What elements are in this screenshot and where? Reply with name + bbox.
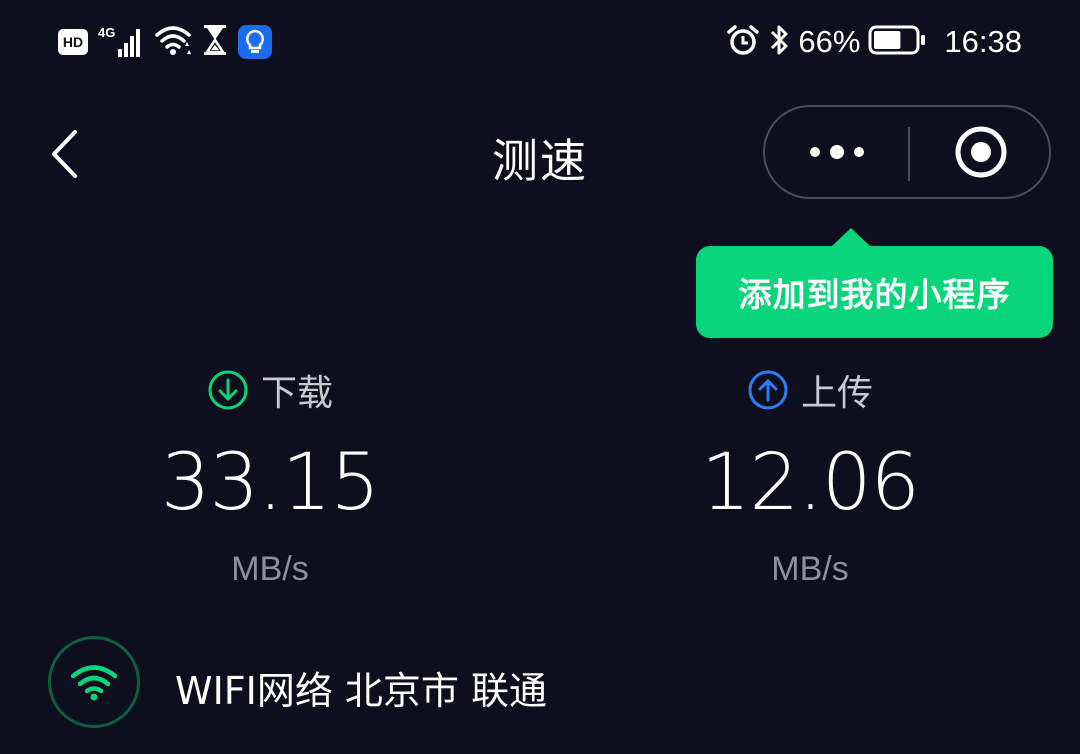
download-speed-value: 33.15 [160,438,380,528]
chevron-left-icon [52,130,77,178]
upload-panel: 上传 12.06 MB/s [610,362,1010,589]
target-close-icon [955,126,1006,178]
battery-percent: 66% [798,24,861,59]
clock: 16:38 [944,24,1022,59]
download-panel: 下载 33.15 MB/s [70,362,470,589]
upload-label: 上传 [800,373,873,414]
status-bar-left: HD 4G [58,22,282,62]
mini-program-capsule [763,105,1051,199]
download-speed-unit: MB/s [231,550,309,588]
signal-icon: 4G [98,25,144,59]
upload-speed-unit: MB/s [771,550,849,588]
hourglass-icon [202,24,228,60]
back-button[interactable] [36,124,92,184]
wifi-icon [154,24,192,60]
status-bar-right: 66% 16:38 [718,20,1022,64]
more-button[interactable] [765,107,908,197]
arrow-up-circle-icon [748,370,788,410]
download-header: 下载 [70,362,470,418]
alarm-icon [726,24,760,60]
close-mini-program-button[interactable] [910,107,1051,197]
network-info: WIFI网络 北京市 联通 [175,669,548,713]
tooltip-arrow [831,228,871,247]
network-wifi-badge [48,636,140,728]
page-title: 测速 [492,134,588,188]
hd-icon: HD [58,29,88,55]
more-dots-icon [809,145,864,159]
bluetooth-icon [768,23,790,61]
arrow-down-circle-icon [208,370,248,410]
lightbulb-icon [238,25,272,59]
download-label: 下载 [260,373,333,414]
upload-speed-value: 12.06 [700,438,920,528]
hd-label: HD [62,34,84,50]
wifi-icon [70,665,118,701]
speed-test-screen: HD 4G 66% 16:38 测速 添加到我的小程序 下载 33.15 MB/… [0,0,1080,754]
battery-icon [868,25,926,59]
add-to-my-mini-programs-tooltip[interactable]: 添加到我的小程序 [696,246,1053,338]
upload-header: 上传 [610,362,1010,418]
